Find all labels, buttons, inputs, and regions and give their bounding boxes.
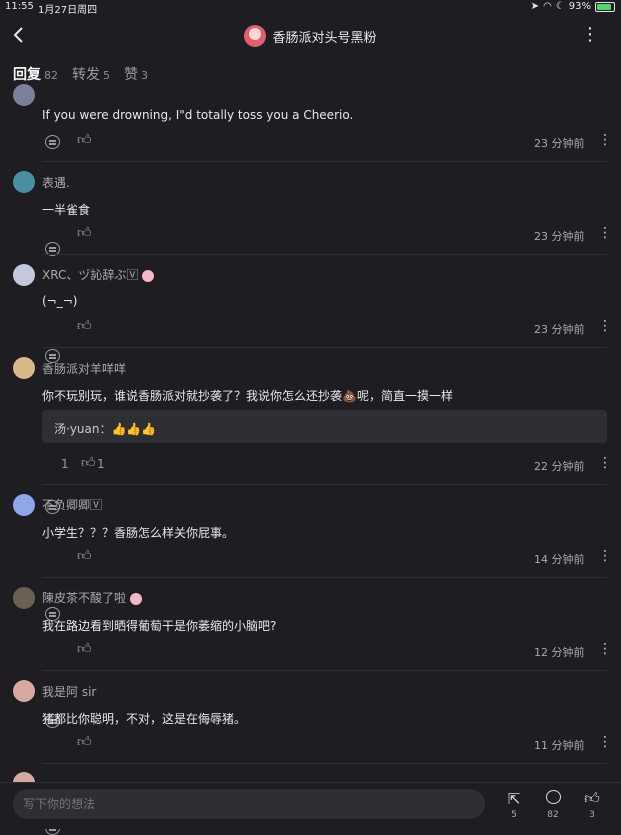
- comment-text: 我在路边看到晒得葡萄干是你萎缩的小脑吧?: [42, 619, 277, 633]
- tab-label: 赞: [124, 67, 138, 83]
- wifi-icon: ◠: [543, 1, 552, 12]
- status-bar: 11:55 1月27日周四 ➤ ◠ ☾ 93%: [0, 0, 621, 16]
- top-nav: 香肠派对头号黑粉 ⋮: [0, 18, 621, 56]
- more-icon[interactable]: ⋮: [598, 225, 612, 241]
- like-icon[interactable]: 👍︎: [77, 640, 92, 657]
- username[interactable]: 香肠派对羊咩咩: [42, 360, 126, 377]
- username-group: 陳皮茶不酸了啦: [42, 589, 143, 606]
- more-icon[interactable]: ⋮: [598, 132, 612, 148]
- like-icon[interactable]: 👍︎: [77, 733, 92, 750]
- avatar[interactable]: [244, 25, 267, 47]
- status-right: ➤ ◠ ☾ 93%: [531, 1, 615, 12]
- reply-count: 1: [61, 457, 69, 471]
- status-time: 11:55: [5, 1, 34, 12]
- more-icon[interactable]: ⋮: [598, 734, 612, 750]
- share-count: 5: [511, 810, 517, 820]
- comment-time: 23 分钟前: [534, 323, 585, 336]
- tab-likes[interactable]: 赞3: [124, 64, 148, 84]
- like-icon[interactable]: 👍︎: [81, 454, 96, 471]
- battery-icon: [595, 1, 615, 12]
- tab-label: 转发: [72, 67, 100, 83]
- avatar[interactable]: [13, 171, 35, 193]
- comment-icon[interactable]: [541, 790, 565, 808]
- tab-replies[interactable]: 回复 82: [13, 64, 58, 84]
- username[interactable]: XRC、ヅ訫辞ぶ🅅: [42, 268, 138, 282]
- more-icon[interactable]: ⋮: [598, 641, 612, 657]
- username[interactable]: 我是阿 sir: [42, 683, 96, 700]
- tab-bar: 回复 82 转发 5 赞3: [13, 64, 148, 84]
- moon-icon: ☾: [555, 1, 565, 12]
- share-icon[interactable]: ⇱: [502, 790, 526, 808]
- comment-time: 22 分钟前: [534, 460, 585, 473]
- more-icon[interactable]: ⋮: [598, 455, 612, 471]
- more-icon[interactable]: ⋮: [581, 26, 599, 44]
- username[interactable]: 表遇.: [42, 174, 70, 191]
- tab-reposts[interactable]: 转发 5: [72, 64, 110, 84]
- divider: [42, 347, 607, 348]
- location-icon: ➤: [530, 1, 540, 12]
- divider: [42, 161, 607, 162]
- username[interactable]: 不负卿卿🅅: [42, 496, 102, 513]
- comment-time: 23 分钟前: [534, 230, 585, 243]
- like-icon[interactable]: 👍︎: [77, 317, 92, 334]
- like-icon[interactable]: 👍︎: [77, 131, 92, 148]
- comment-text: 小学生？？？香肠怎么样关你屁事。: [42, 526, 235, 540]
- divider: [42, 484, 607, 485]
- like-count: 1: [97, 457, 105, 471]
- avatar[interactable]: [13, 84, 35, 106]
- more-icon[interactable]: ⋮: [598, 548, 612, 564]
- comment-time: 14 分钟前: [534, 553, 585, 566]
- comment-icon[interactable]: [45, 135, 60, 149]
- comment-text: 猪都比你聪明，不对，这是在侮辱猪。: [42, 712, 247, 726]
- comment-count: 82: [547, 810, 559, 820]
- status-date: 1月27日周四: [38, 5, 98, 16]
- like-icon[interactable]: 👍︎: [580, 789, 604, 808]
- comment-time: 11 分钟前: [534, 739, 585, 752]
- username-group: XRC、ヅ訫辞ぶ🅅: [42, 266, 155, 283]
- avatar[interactable]: [13, 680, 35, 702]
- comment-input[interactable]: [13, 789, 485, 819]
- title-group: 香肠派对头号黑粉: [0, 25, 621, 47]
- like-icon[interactable]: 👍︎: [77, 224, 92, 241]
- divider: [42, 670, 607, 671]
- reply-text: 汤·yuan：👍👍👍: [54, 422, 157, 436]
- comment-text: (¬_¬): [42, 294, 78, 308]
- username[interactable]: 陳皮茶不酸了啦: [42, 591, 126, 605]
- avatar[interactable]: [13, 494, 35, 516]
- like-count: 3: [589, 810, 595, 820]
- like-icon[interactable]: 👍︎: [77, 547, 92, 564]
- tab-label: 回复: [13, 67, 41, 83]
- tab-count: 3: [141, 69, 148, 82]
- avatar[interactable]: [13, 587, 35, 609]
- tab-count: 82: [44, 69, 58, 82]
- badge-icon: [130, 592, 143, 605]
- avatar[interactable]: [13, 264, 35, 286]
- battery-percent: 93%: [568, 1, 591, 12]
- comment-text: 你不玩别玩，谁说香肠派对就抄袭了？我说你怎么还抄袭💩呢，简直一摸一样: [42, 389, 453, 403]
- divider: [42, 254, 607, 255]
- divider: [42, 763, 607, 764]
- comment-text: 一半雀食: [42, 203, 91, 217]
- page-title: 香肠派对头号黑粉: [272, 30, 377, 46]
- comment-time: 23 分钟前: [534, 137, 585, 150]
- comment-time: 12 分钟前: [534, 646, 585, 659]
- comment-text: If you were drowning, I"d totally toss y…: [42, 108, 354, 122]
- avatar[interactable]: [13, 357, 35, 379]
- divider: [42, 577, 607, 578]
- more-icon[interactable]: ⋮: [598, 318, 612, 334]
- tab-count: 5: [103, 69, 110, 82]
- badge-icon: [142, 269, 155, 282]
